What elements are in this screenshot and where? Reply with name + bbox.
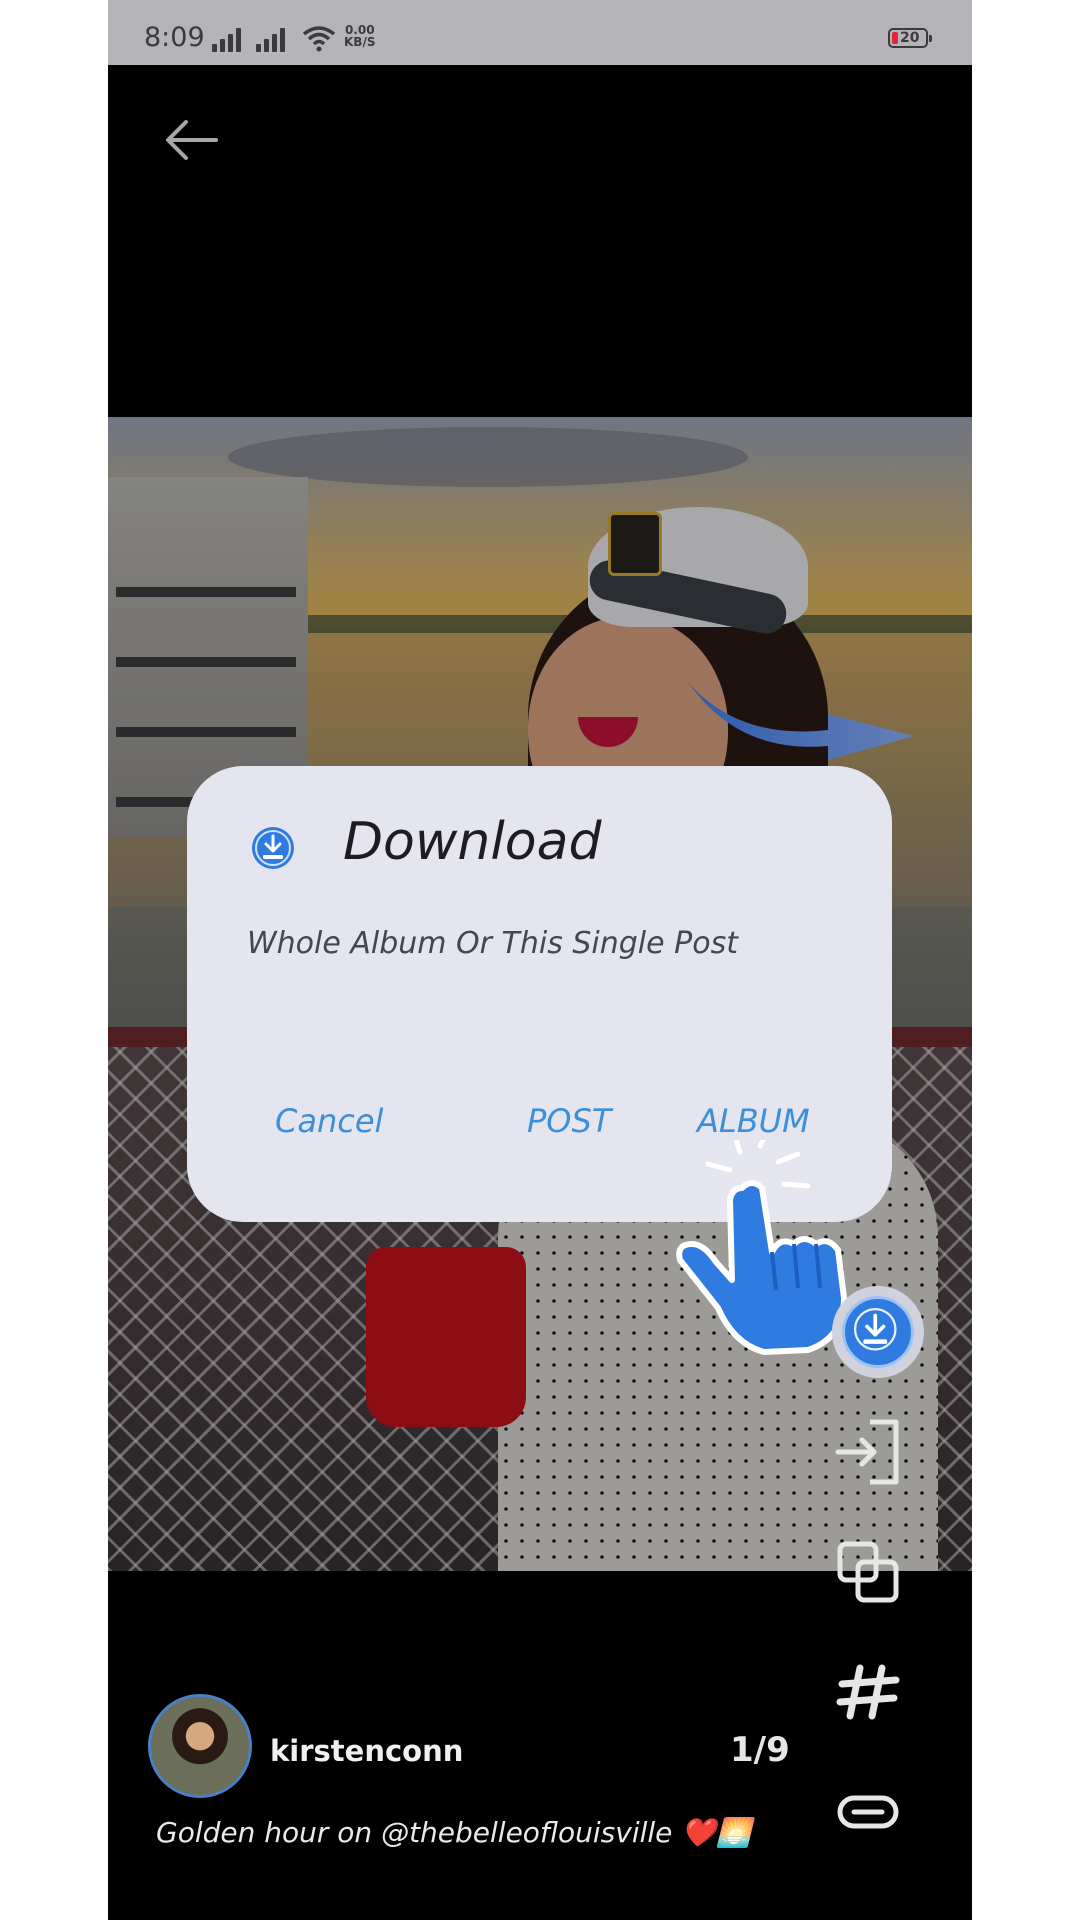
album-page-counter: 1/9 [730, 1730, 790, 1770]
status-bar: 8:09 0.00 KB/S 20 [108, 0, 972, 65]
album-button[interactable]: ALBUM [697, 1102, 810, 1140]
wifi-icon [302, 26, 336, 52]
dialog-message: Whole Album Or This Single Post [247, 926, 738, 961]
copy-icon[interactable] [836, 1540, 900, 1604]
cancel-button[interactable]: Cancel [275, 1102, 383, 1140]
avatar[interactable] [148, 1694, 252, 1798]
download-fab[interactable] [832, 1286, 924, 1378]
dialog-title: Download [343, 812, 602, 872]
hashtag-icon[interactable] [836, 1660, 900, 1724]
network-speed-unit: KB/S [344, 35, 376, 49]
network-speed: 0.00 KB/S [344, 24, 375, 48]
username[interactable]: kirstenconn [270, 1734, 463, 1768]
enter-icon[interactable] [834, 1416, 906, 1488]
download-icon [252, 827, 294, 869]
battery-icon: 20 [888, 28, 932, 48]
battery-level: 20 [900, 30, 920, 46]
screen: 8:09 0.00 KB/S 20 Download Whole Album O… [108, 0, 972, 1920]
signal-icon [212, 26, 246, 52]
post-caption: Golden hour on @thebelleoflouisville ❤️🌅 [156, 1816, 752, 1849]
status-time: 8:09 [144, 22, 205, 53]
post-button[interactable]: POST [527, 1102, 611, 1140]
download-icon [853, 1307, 897, 1351]
link-icon[interactable] [836, 1780, 900, 1844]
signal-icon-2 [256, 26, 290, 52]
